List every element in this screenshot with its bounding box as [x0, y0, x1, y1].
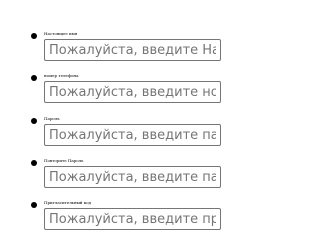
repeat-password-input[interactable] [44, 166, 221, 188]
registration-form: Настоящее имя номер телефона Пароль Повт… [0, 0, 264, 245]
form-field-phone: номер телефона [0, 70, 264, 116]
form-field-repeat-password: Повторите Пароль [0, 155, 264, 201]
password-label: Пароль [44, 116, 60, 121]
form-field-real-name: Настоящее имя [0, 28, 264, 74]
bullet-icon [31, 75, 37, 81]
phone-input[interactable] [44, 81, 221, 103]
real-name-input[interactable] [44, 39, 221, 61]
form-field-password: Пароль [0, 113, 264, 159]
invite-code-label: Пригласительный код [44, 200, 92, 205]
bullet-icon [31, 33, 37, 39]
bullet-icon [31, 118, 37, 124]
bullet-icon [31, 202, 37, 208]
phone-label: номер телефона [44, 73, 79, 78]
form-field-invite-code: Пригласительный код [0, 197, 264, 243]
real-name-label: Настоящее имя [44, 31, 78, 36]
bullet-icon [31, 160, 37, 166]
password-input[interactable] [44, 124, 221, 146]
invite-code-input[interactable] [44, 208, 221, 230]
repeat-password-label: Повторите Пароль [44, 158, 84, 163]
